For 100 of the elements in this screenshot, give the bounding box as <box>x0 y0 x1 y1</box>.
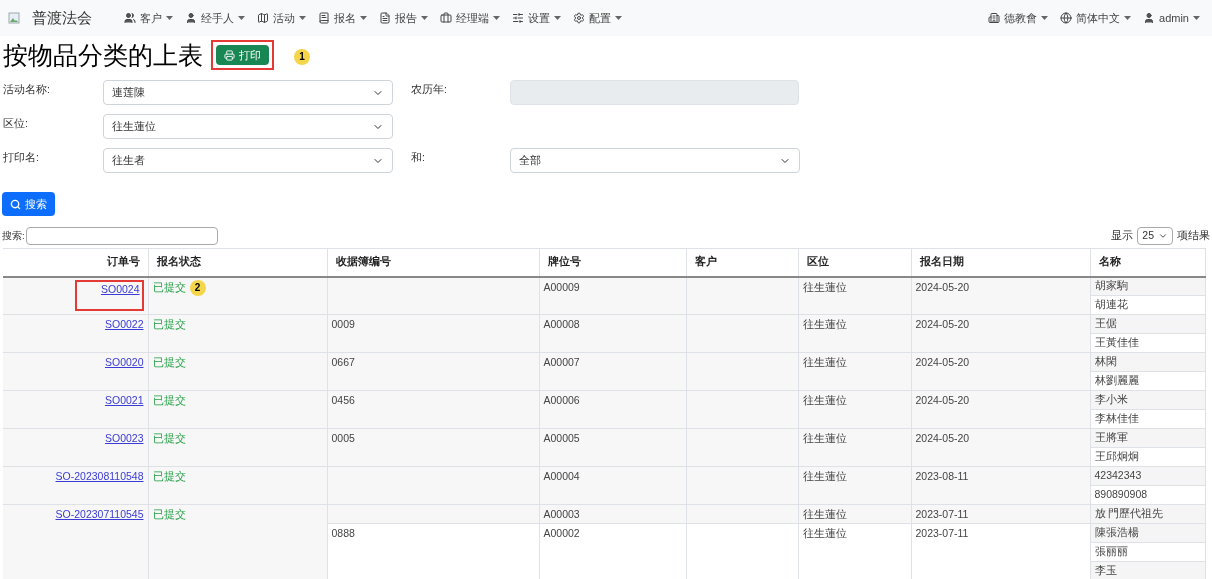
table-cell: 0888 <box>331 527 355 539</box>
column-header[interactable]: 报名状态 <box>156 255 201 268</box>
table-cell: 王黃佳佳 <box>1094 336 1139 349</box>
sliders-icon <box>512 12 524 24</box>
caret-icon <box>238 16 245 20</box>
table-cell: 往生蓮位 <box>802 527 847 539</box>
table-cell: A00003 <box>543 508 580 520</box>
caret-icon <box>1124 16 1132 20</box>
table-cell: 李玉 <box>1094 564 1117 577</box>
table-cell: 胡連花 <box>1094 298 1128 311</box>
status-text: 已提交 <box>152 431 186 446</box>
print-button[interactable]: 打印 <box>216 45 269 65</box>
order-link[interactable]: SO0022 <box>104 318 144 330</box>
building-icon <box>988 12 1001 24</box>
order-link[interactable]: SO0023 <box>104 432 144 444</box>
column-header[interactable]: 报名日期 <box>919 255 964 268</box>
caret-icon <box>360 16 367 20</box>
table-cell: 0009 <box>331 318 355 330</box>
caret-icon <box>421 16 428 20</box>
caret-icon <box>1193 16 1200 20</box>
table-cell: 2024-05-20 <box>915 356 970 368</box>
field-label: 打印名: <box>2 150 40 165</box>
status-text: 已提交 <box>152 469 186 484</box>
field-label: 区位: <box>2 116 29 131</box>
nav-menu[interactable]: 简体中文 <box>1060 9 1132 27</box>
caret-icon <box>493 16 500 20</box>
nav-menu[interactable]: 设置 <box>512 9 561 27</box>
order-link[interactable]: SO-202308110548 <box>55 470 144 482</box>
caret-icon <box>299 16 306 20</box>
broken-image-icon <box>8 12 20 24</box>
brand-name[interactable]: 普渡法会 <box>32 6 92 30</box>
printer-icon <box>224 49 235 61</box>
table-cell: A00008 <box>543 318 580 330</box>
user-icon <box>1143 12 1156 24</box>
table-cell: 胡家駒 <box>1094 279 1128 292</box>
nav-menu[interactable]: 客户 <box>124 9 173 27</box>
order-link[interactable]: SO0020 <box>104 356 144 368</box>
field-label: 活动名称: <box>2 82 51 97</box>
table-cell: 2024-05-20 <box>915 432 970 444</box>
table-cell: 890890908 <box>1094 488 1148 501</box>
table-cell: 王倨 <box>1094 317 1117 330</box>
nav-menu[interactable]: 报告 <box>379 9 428 27</box>
table-cell: 往生蓮位 <box>802 432 847 444</box>
callout-badge: 1 <box>294 48 310 65</box>
table-cell: 往生蓮位 <box>802 356 847 368</box>
table-cell: 2023-07-11 <box>915 527 969 539</box>
select-field[interactable]: 往生蓮位 <box>103 114 393 139</box>
table-cell: 李小米 <box>1094 393 1128 406</box>
column-header[interactable]: 牌位号 <box>547 255 581 268</box>
table-cell: A00007 <box>543 356 580 368</box>
table-cell: 往生蓮位 <box>802 394 847 406</box>
file-icon <box>379 12 391 24</box>
column-header[interactable]: 名称 <box>1098 255 1121 268</box>
order-link[interactable]: SO0024 <box>100 282 140 295</box>
table-cell: A00009 <box>543 280 580 293</box>
status-text: 已提交 <box>152 279 186 295</box>
globe-icon <box>1060 12 1073 24</box>
status-text: 已提交 <box>152 355 186 370</box>
nav-menu[interactable]: 活动 <box>257 9 306 27</box>
page-size-select[interactable]: 25 <box>1137 227 1173 245</box>
table-cell: 陳張浩楊 <box>1094 526 1139 539</box>
order-link[interactable]: SO-202307110545 <box>55 508 144 520</box>
table-cell: 42342343 <box>1094 469 1142 482</box>
nav-menu[interactable]: 配置 <box>573 9 622 27</box>
search-icon <box>10 198 21 210</box>
table-cell: 李林佳佳 <box>1094 412 1139 425</box>
nav-menu[interactable]: 经理端 <box>440 9 500 27</box>
table-cell: 2024-05-20 <box>915 280 970 293</box>
column-header[interactable]: 订单号 <box>106 255 140 268</box>
nav-menu[interactable]: admin <box>1143 9 1200 27</box>
table-search-field[interactable] <box>25 227 218 245</box>
field-label: 和: <box>410 150 426 165</box>
book-icon <box>318 12 330 24</box>
column-header[interactable]: 客户 <box>694 255 717 268</box>
callout-badge: 2 <box>189 279 206 296</box>
page-size-label: 显示 <box>1111 228 1134 244</box>
briefcase-icon <box>440 12 452 24</box>
order-link[interactable]: SO0021 <box>104 394 144 406</box>
select-field[interactable]: 全部 <box>510 148 800 173</box>
table-cell: A00006 <box>543 394 580 406</box>
column-header[interactable]: 区位 <box>806 255 829 268</box>
table-cell: 王邱炯炯 <box>1094 450 1139 463</box>
table-cell: 往生蓮位 <box>802 508 847 520</box>
caret-icon <box>166 16 173 20</box>
table-cell: 張丽丽 <box>1094 545 1128 558</box>
table-cell: 王將軍 <box>1094 431 1128 444</box>
caret-icon <box>1041 16 1049 20</box>
users-icon <box>124 12 136 24</box>
table-cell: 2023-07-11 <box>915 508 969 520</box>
nav-menu[interactable]: 报名 <box>318 9 367 27</box>
status-text: 已提交 <box>152 507 186 522</box>
column-header[interactable]: 收据簿编号 <box>335 255 391 268</box>
caret-icon <box>615 16 622 20</box>
select-field[interactable]: 連莲陳 <box>103 80 393 105</box>
user-icon <box>185 12 197 24</box>
nav-menu[interactable]: 经手人 <box>185 9 245 27</box>
select-field[interactable]: 往生者 <box>103 148 393 173</box>
search-button[interactable]: 搜索 <box>2 192 55 216</box>
gear-icon <box>573 12 585 24</box>
nav-menu[interactable]: 德教會 <box>988 9 1049 27</box>
